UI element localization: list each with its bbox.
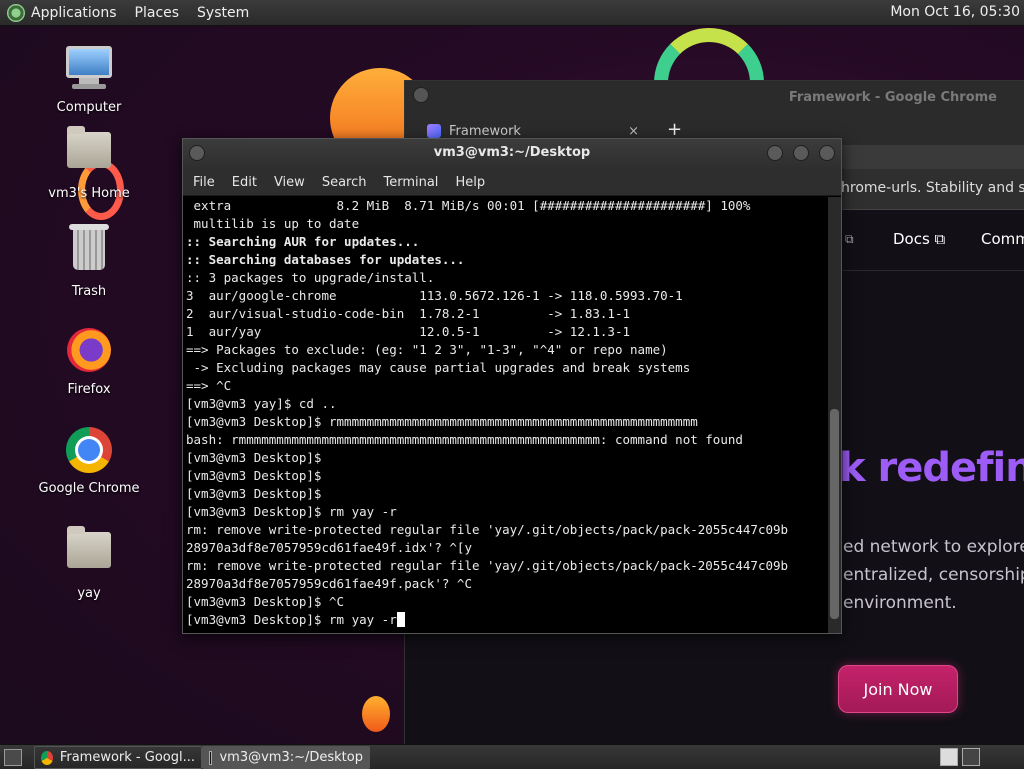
wallpaper-shape xyxy=(362,696,390,732)
desktop-icon-label: Computer xyxy=(56,100,122,115)
terminal-line: [vm3@vm3 Desktop]$ rm yay -r xyxy=(186,504,397,519)
terminal-line: rm: remove write-protected regular file … xyxy=(186,522,789,537)
folder-icon xyxy=(65,526,113,580)
tab-label: Framework xyxy=(449,123,521,139)
text-cursor xyxy=(396,612,405,627)
menu-help[interactable]: Help xyxy=(455,175,485,190)
desktop-icon-yay[interactable]: yay xyxy=(34,526,144,601)
home-folder-icon xyxy=(65,126,113,180)
menu-view[interactable]: View xyxy=(274,175,305,190)
terminal-titlebar[interactable]: vm3@vm3:~/Desktop xyxy=(183,139,841,169)
terminal-output[interactable]: extra 8.2 MiB 8.71 MiB/s 00:01 [########… xyxy=(183,197,827,633)
computer-icon xyxy=(65,46,113,94)
terminal-line: ==> Packages to exclude: (eg: "1 2 3", "… xyxy=(186,342,668,357)
firefox-icon xyxy=(65,328,113,376)
terminal-window-title: vm3@vm3:~/Desktop xyxy=(433,145,591,160)
close-icon[interactable] xyxy=(819,145,835,161)
desktop-icon-label: Trash xyxy=(71,284,107,299)
maximize-icon[interactable] xyxy=(793,145,809,161)
taskbar-item-chrome[interactable]: Framework - Googl... xyxy=(34,746,202,769)
desktop-icon-label: vm3's Home xyxy=(48,186,130,201)
infobar-text: hrome-urls. Stability and secu xyxy=(841,180,1024,196)
terminal-line: :: Searching databases for updates... xyxy=(186,252,465,267)
chrome-icon xyxy=(65,427,113,475)
menu-applications[interactable]: Applications xyxy=(31,5,117,21)
window-menu-icon[interactable] xyxy=(413,87,429,103)
terminal-line: multilib is up to date xyxy=(186,216,360,231)
hero-title: k redefin xyxy=(839,445,1024,491)
desktop-icon-trash[interactable]: Trash xyxy=(34,224,144,299)
desktop-icon-label: Google Chrome xyxy=(38,481,140,496)
terminal-line: -> Excluding packages may cause partial … xyxy=(186,360,691,375)
terminal-line: :: 3 packages to upgrade/install. xyxy=(186,270,435,285)
join-now-button[interactable]: Join Now xyxy=(838,665,958,713)
terminal-line: [vm3@vm3 Desktop]$ rmmmmmmmmmmmmmmmmmmmm… xyxy=(186,414,698,429)
terminal-line: 28970a3df8e7057959cd61fae49f.idx'? ^[y xyxy=(186,540,472,555)
taskbar-item-terminal[interactable]: vm3@vm3:~/Desktop xyxy=(202,746,370,769)
hero-text-line: ed network to explore t xyxy=(843,537,1024,557)
desktop-icon-google-chrome[interactable]: Google Chrome xyxy=(34,426,144,496)
terminal-line: ==> ^C xyxy=(186,378,232,393)
prompt-text: [vm3@vm3 Desktop]$ rm yay -r xyxy=(186,612,397,627)
terminal-line: :: Searching AUR for updates... xyxy=(186,234,420,249)
menu-terminal[interactable]: Terminal xyxy=(383,175,438,190)
nav-link-community[interactable]: Comm xyxy=(981,230,1024,248)
top-panel: Applications Places System Mon Oct 16, 0… xyxy=(0,0,1024,26)
panel-clock[interactable]: Mon Oct 16, 05:30 xyxy=(890,4,1020,20)
minimize-icon[interactable] xyxy=(767,145,783,161)
hero-text-line: entralized, censorship- xyxy=(843,565,1024,585)
desktop-icon-firefox[interactable]: Firefox xyxy=(34,326,144,397)
bottom-panel: Framework - Googl... vm3@vm3:~/Desktop xyxy=(0,744,1024,769)
menu-edit[interactable]: Edit xyxy=(232,175,257,190)
terminal-window[interactable]: vm3@vm3:~/Desktop File Edit View Search … xyxy=(182,138,842,634)
hero-text-line: environment. xyxy=(843,593,957,613)
terminal-line: 2 aur/visual-studio-code-bin 1.78.2-1 ->… xyxy=(186,306,631,321)
taskbar-item-label: Framework - Googl... xyxy=(59,750,195,765)
distro-logo-icon[interactable] xyxy=(7,3,25,22)
framework-favicon-icon xyxy=(427,124,441,138)
desktop-icon-home[interactable]: vm3's Home xyxy=(34,126,144,201)
chrome-icon xyxy=(41,750,53,765)
nav-link-docs[interactable]: Docs ⧉ xyxy=(893,230,945,248)
menu-file[interactable]: File xyxy=(193,175,215,190)
desktop-icon-label: yay xyxy=(77,586,101,601)
chrome-window-title: Framework - Google Chrome xyxy=(788,90,997,105)
terminal-line: [vm3@vm3 Desktop]$ xyxy=(186,468,322,483)
chrome-titlebar[interactable]: Framework - Google Chrome xyxy=(405,81,1024,117)
terminal-line: 28970a3df8e7057959cd61fae49f.pack'? ^C xyxy=(186,576,472,591)
scrollbar-thumb[interactable] xyxy=(830,409,839,619)
terminal-line: [vm3@vm3 yay]$ cd .. xyxy=(186,396,337,411)
trash-icon xyxy=(65,224,113,278)
desktop-icon-computer[interactable]: Computer xyxy=(34,46,144,115)
show-desktop-icon[interactable] xyxy=(4,749,22,766)
menu-search[interactable]: Search xyxy=(322,175,367,190)
terminal-line: extra 8.2 MiB 8.71 MiB/s 00:01 [########… xyxy=(186,198,751,213)
terminal-prompt-line[interactable]: [vm3@vm3 Desktop]$ rm yay -r xyxy=(183,611,827,629)
terminal-line: 3 aur/google-chrome 113.0.5672.126-1 -> … xyxy=(186,288,683,303)
workspace-1[interactable] xyxy=(940,748,958,766)
desktop-icon-label: Firefox xyxy=(67,382,111,397)
terminal-line: [vm3@vm3 Desktop]$ xyxy=(186,450,322,465)
terminal-menubar: File Edit View Search Terminal Help xyxy=(183,169,841,196)
taskbar-item-label: vm3@vm3:~/Desktop xyxy=(219,750,363,765)
new-tab-button[interactable]: + xyxy=(667,119,682,140)
menu-system[interactable]: System xyxy=(197,5,249,21)
external-link-icon[interactable]: ⧉ xyxy=(845,232,854,247)
terminal-icon xyxy=(209,750,213,765)
tab-close-icon[interactable]: × xyxy=(628,124,639,139)
terminal-line: rm: remove write-protected regular file … xyxy=(186,558,789,573)
terminal-line: [vm3@vm3 Desktop]$ xyxy=(186,486,322,501)
menu-places[interactable]: Places xyxy=(135,5,180,21)
workspace-2[interactable] xyxy=(962,748,980,766)
window-menu-icon[interactable] xyxy=(189,145,205,161)
terminal-line: bash: rmmmmmmmmmmmmmmmmmmmmmmmmmmmmmmmmm… xyxy=(186,432,743,447)
terminal-line: 1 aur/yay 12.0.5-1 -> 12.1.3-1 xyxy=(186,324,631,339)
terminal-line: [vm3@vm3 Desktop]$ ^C xyxy=(186,594,345,609)
terminal-scrollbar[interactable] xyxy=(828,197,841,633)
